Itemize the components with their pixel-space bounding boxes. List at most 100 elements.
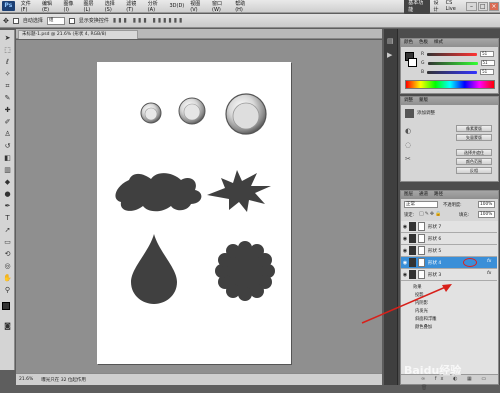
stamp-tool-icon[interactable]: ♙ xyxy=(3,130,12,139)
crop-tool-icon[interactable]: ⌗ xyxy=(3,82,12,91)
close-icon[interactable]: × xyxy=(488,1,499,11)
tab-adjustments[interactable]: 调整 xyxy=(404,97,413,105)
fx-badge[interactable]: fx xyxy=(487,271,491,276)
menu-image[interactable]: 图像(I) xyxy=(61,0,81,13)
foreground-color-swatch[interactable] xyxy=(2,302,10,310)
invert-button[interactable]: 反相 xyxy=(456,167,492,174)
actions-icon[interactable]: ▶ xyxy=(387,51,392,59)
visibility-eye-icon[interactable]: ◉ xyxy=(401,224,409,230)
auto-select-dropdown[interactable]: 组 xyxy=(46,16,65,25)
menu-analysis[interactable]: 分析(A) xyxy=(145,0,167,13)
eraser-tool-icon[interactable]: ◧ xyxy=(3,154,12,163)
r-label: R xyxy=(421,51,425,57)
blend-mode-dropdown[interactable]: 正常 xyxy=(404,201,438,208)
opacity-input[interactable]: 100% xyxy=(478,201,495,208)
magic-wand-icon[interactable]: ✧ xyxy=(3,70,12,79)
minimize-icon[interactable]: – xyxy=(466,1,477,11)
marquee-tool-icon[interactable]: ⬚ xyxy=(3,46,12,55)
hand-tool-icon[interactable]: ✋ xyxy=(3,274,12,283)
opacity-label: 不透明度: xyxy=(443,203,462,208)
tab-paths[interactable]: 路径 xyxy=(434,191,443,199)
lock-icons[interactable]: □✎✥🔒 xyxy=(419,211,442,217)
history-icon[interactable]: ▤ xyxy=(387,37,394,45)
g-value[interactable]: 51 xyxy=(480,60,495,66)
path-select-icon[interactable]: ➚ xyxy=(3,226,12,235)
layer-row-shape5[interactable]: ◉ 形状 5 xyxy=(401,245,497,257)
menu-select[interactable]: 选择(S) xyxy=(102,0,124,13)
refine-icon[interactable]: ✂ xyxy=(405,155,411,163)
lasso-tool-icon[interactable]: ℓ xyxy=(3,58,12,67)
layer-row-shape7[interactable]: ◉ 形状 7 xyxy=(401,221,497,233)
b-slider[interactable] xyxy=(427,70,478,74)
menu-filter[interactable]: 滤镜(T) xyxy=(123,0,144,13)
adjustments-panel-header: 调整 蒙版 xyxy=(401,97,498,105)
tab-swatches[interactable]: 色板 xyxy=(419,39,428,47)
effect-inner-glow[interactable]: 内发光 xyxy=(415,309,428,315)
layer-row-shape4-selected[interactable]: ◉ 形状 4 fx xyxy=(401,257,497,269)
tab-color[interactable]: 颜色 xyxy=(404,39,413,47)
fx-badge[interactable]: fx xyxy=(487,259,491,264)
workspace-design-button[interactable]: 设计 xyxy=(430,0,445,13)
show-transform-checkbox[interactable] xyxy=(68,17,75,24)
background-swatch[interactable] xyxy=(408,58,417,67)
blur-tool-icon[interactable]: ◆ xyxy=(3,178,12,187)
menu-3d[interactable]: 3D(D) xyxy=(166,3,187,9)
tab-channels[interactable]: 通道 xyxy=(419,191,428,199)
move-tool-icon[interactable]: ✥ xyxy=(3,17,9,25)
visibility-eye-icon[interactable]: ◉ xyxy=(401,236,409,242)
menu-edit[interactable]: 编辑(E) xyxy=(39,0,61,13)
mask-edge-button[interactable]: 选择并遮住 xyxy=(456,149,492,156)
menu-help[interactable]: 帮助(H) xyxy=(232,0,254,13)
menu-file[interactable]: 文件(F) xyxy=(18,0,39,13)
type-tool-icon[interactable]: T xyxy=(3,214,12,223)
history-brush-icon[interactable]: ↺ xyxy=(3,142,12,151)
cs-live-button[interactable]: CS Live xyxy=(446,0,467,12)
zoom-tool-icon[interactable]: ⚲ xyxy=(3,286,12,295)
healing-brush-icon[interactable]: ✚ xyxy=(3,106,12,115)
pen-tool-icon[interactable]: ✒ xyxy=(3,202,12,211)
menu-layer[interactable]: 图层(L) xyxy=(81,0,102,13)
align-icons[interactable]: ▮▮▮ ▮▮▮ ▮▮▮▮▮▮ xyxy=(113,17,184,24)
visibility-eye-icon[interactable]: ◉ xyxy=(401,248,409,254)
effect-color-overlay[interactable]: 颜色叠加 xyxy=(415,325,432,331)
r-slider[interactable] xyxy=(427,52,478,56)
brush-tool-icon[interactable]: ✐ xyxy=(3,118,12,127)
visibility-eye-icon[interactable]: ◉ xyxy=(401,272,409,278)
layer-row-shape6[interactable]: ◉ 形状 6 xyxy=(401,233,497,245)
gradient-tool-icon[interactable]: ▥ xyxy=(3,166,12,175)
effect-drop-shadow[interactable]: 投影 xyxy=(415,293,424,299)
feather-icon[interactable]: ◌ xyxy=(405,141,411,149)
visibility-eye-icon[interactable]: ◉ xyxy=(401,260,409,266)
color-range-button[interactable]: 颜色范围 xyxy=(456,158,492,165)
3d-rotate-icon[interactable]: ⟲ xyxy=(3,250,12,259)
workspace-essentials-button[interactable]: 基本功能 xyxy=(404,0,431,14)
zoom-level[interactable]: 21.6% xyxy=(19,377,33,382)
fill-input[interactable]: 100% xyxy=(478,211,495,218)
document-canvas[interactable] xyxy=(97,62,291,364)
effect-bevel-emboss[interactable]: 斜面和浮雕 xyxy=(415,317,436,323)
menu-window[interactable]: 窗口(W) xyxy=(209,0,232,13)
maximize-icon[interactable]: □ xyxy=(477,1,488,11)
dodge-tool-icon[interactable]: ● xyxy=(3,190,12,199)
r-value[interactable]: 51 xyxy=(480,51,495,57)
density-icon[interactable]: ◐ xyxy=(405,127,411,135)
3d-orbit-icon[interactable]: ◎ xyxy=(3,262,12,271)
tab-masks[interactable]: 蒙版 xyxy=(419,97,428,105)
quick-mask-icon[interactable]: ◙ xyxy=(3,322,12,331)
canvas-artwork xyxy=(115,93,275,304)
color-spectrum-bar[interactable] xyxy=(405,80,495,89)
eyedropper-icon[interactable]: ✎ xyxy=(3,94,12,103)
shape-tool-icon[interactable]: ▭ xyxy=(3,238,12,247)
vector-mask-button[interactable]: 矢量蒙版 xyxy=(456,134,492,141)
effect-inner-shadow[interactable]: 内阴影 xyxy=(415,301,428,307)
layer-row-shape3[interactable]: ◉ 形状 3 fx xyxy=(401,269,497,281)
menu-view[interactable]: 视图(V) xyxy=(187,0,209,13)
tab-layers[interactable]: 图层 xyxy=(404,191,413,199)
document-tab[interactable]: 未标题-1.psd @ 21.6% (形状 4, RGB/8) xyxy=(18,30,138,39)
pixel-mask-button[interactable]: 像素蒙版 xyxy=(456,125,492,132)
tab-styles[interactable]: 样式 xyxy=(434,39,443,47)
move-tool-icon[interactable]: ➤ xyxy=(3,34,12,43)
auto-select-checkbox[interactable] xyxy=(12,17,19,24)
g-slider[interactable] xyxy=(427,61,478,65)
b-value[interactable]: 51 xyxy=(480,69,495,75)
